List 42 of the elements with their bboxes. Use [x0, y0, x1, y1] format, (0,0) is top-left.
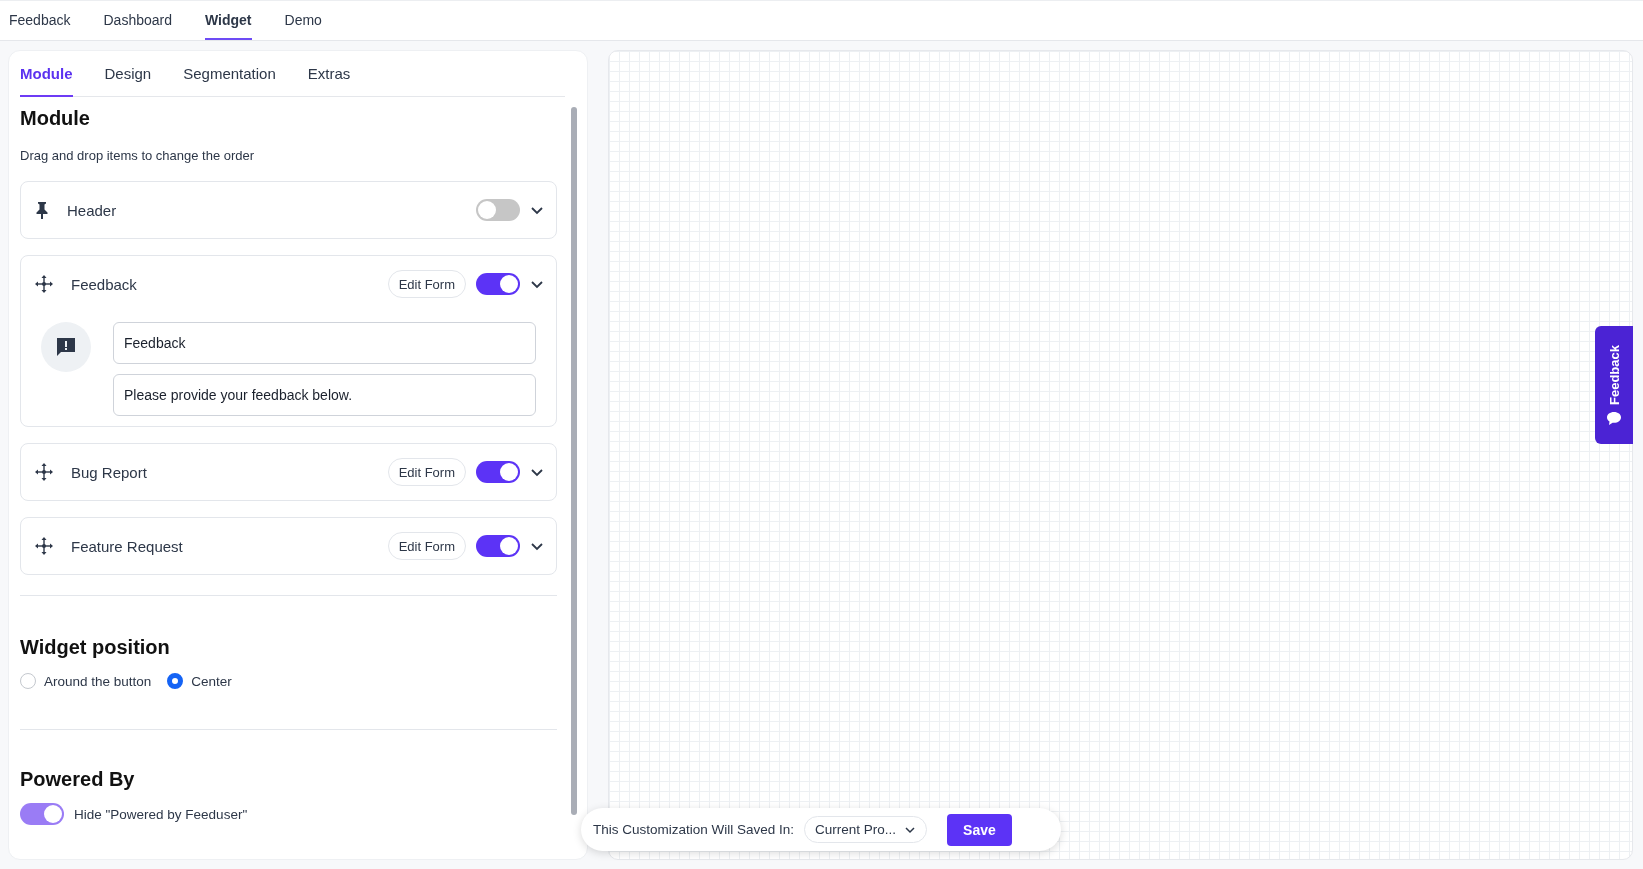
module-label: Feature Request	[71, 537, 184, 555]
move-icon[interactable]	[35, 537, 53, 555]
radio-button[interactable]	[20, 673, 36, 689]
toggle-switch[interactable]	[476, 535, 520, 557]
module-label: Bug Report	[71, 463, 148, 481]
toggle-switch[interactable]	[476, 199, 520, 221]
module-label: Feedback	[71, 275, 138, 293]
feedback-side-tab[interactable]: Feedback	[1595, 326, 1633, 444]
save-button[interactable]: Save	[947, 813, 1012, 846]
panel-tab[interactable]: Segmentation	[183, 51, 276, 97]
input-field[interactable]: Feedback	[113, 322, 536, 364]
save-location-label: This Customization Will Saved In:	[593, 822, 795, 837]
nav-tab[interactable]: Widget	[205, 1, 252, 40]
edit-form-button[interactable]: Edit Form	[387, 458, 466, 486]
pin-icon	[35, 201, 49, 219]
panel-tab[interactable]: Extras	[307, 51, 351, 97]
edit-form-button[interactable]: Edit Form	[387, 532, 466, 560]
nav-tab[interactable]: Demo	[284, 1, 322, 40]
scrollbar[interactable]	[571, 107, 577, 815]
hint-text: Drag and drop items to change the order	[20, 148, 256, 163]
section-heading: Widget position	[20, 636, 171, 659]
move-icon[interactable]	[35, 463, 53, 481]
toggle-label: Hide "Powered by Feeduser"	[74, 806, 248, 822]
panel-tab[interactable]: Design	[104, 51, 152, 97]
section-heading: Powered By	[20, 768, 136, 791]
nav-tab[interactable]: Feedback	[9, 1, 71, 40]
section-heading: Module	[20, 107, 91, 130]
edit-form-button[interactable]: Edit Form	[387, 270, 466, 298]
input-field[interactable]: Please provide your feedback below.	[113, 374, 536, 416]
location-select[interactable]: Current Pro...	[804, 816, 928, 843]
message-alert-icon	[55, 336, 77, 358]
nav-tab[interactable]: Dashboard	[103, 1, 172, 40]
panel-tab[interactable]: Module	[20, 51, 73, 97]
toggle-switch[interactable]	[476, 461, 520, 483]
radio-label: Around the button	[44, 673, 152, 689]
toggle-switch[interactable]	[20, 803, 64, 825]
radio-button[interactable]	[167, 673, 184, 689]
radio-label: Center	[191, 673, 232, 689]
move-icon[interactable]	[35, 275, 53, 293]
toggle-switch[interactable]	[476, 273, 520, 295]
module-label: Header	[67, 201, 118, 219]
speech-bubble-icon	[1607, 412, 1621, 426]
